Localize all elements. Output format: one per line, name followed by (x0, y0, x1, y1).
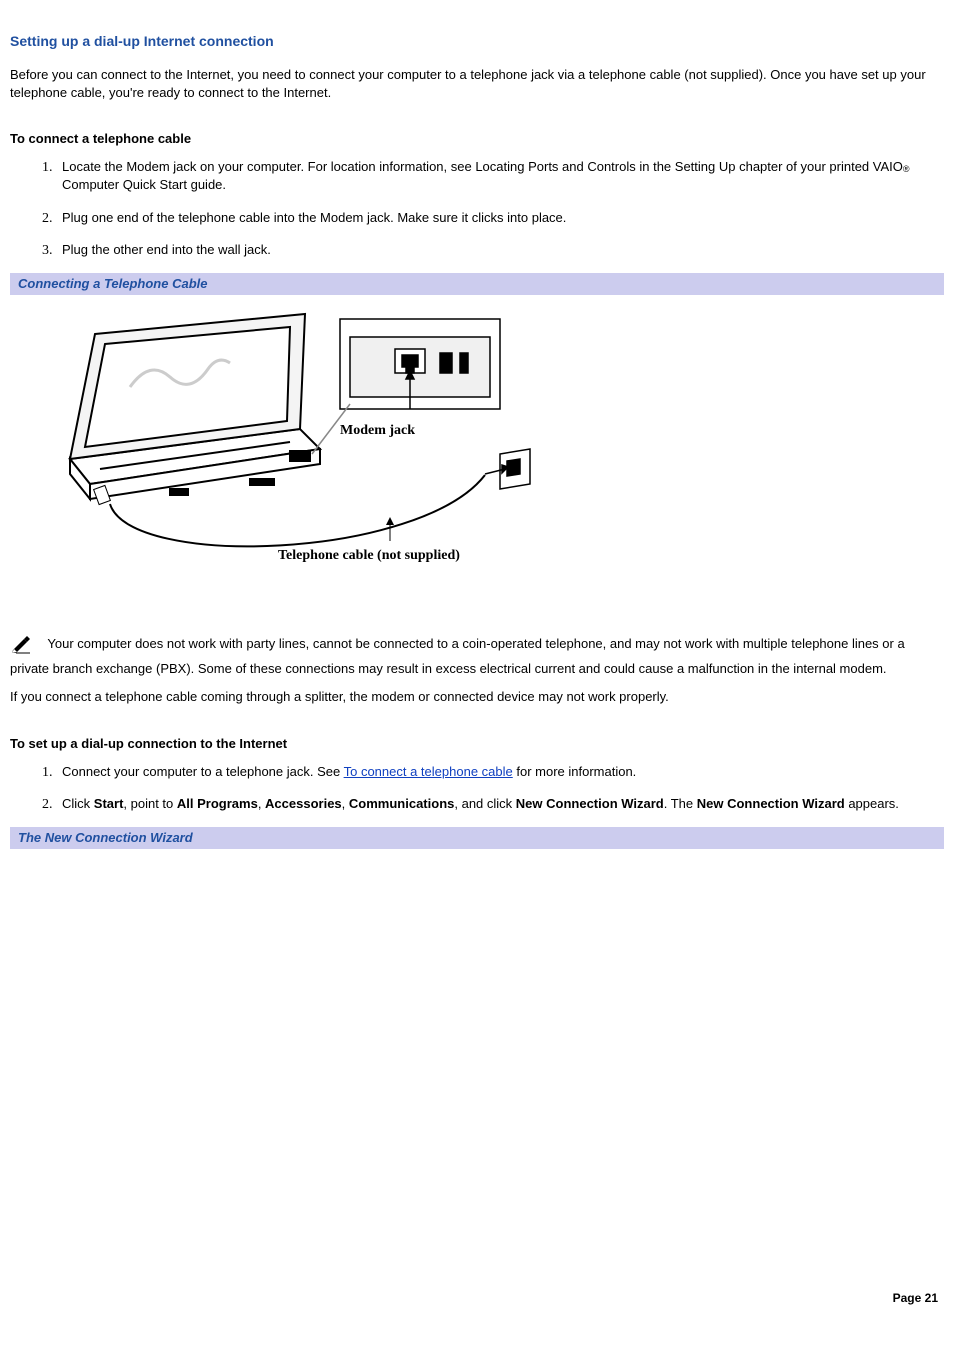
list-item: Connect your computer to a telephone jac… (56, 763, 944, 781)
section-connect-cable-heading: To connect a telephone cable (10, 130, 944, 148)
list-item: Plug one end of the telephone cable into… (56, 209, 944, 227)
steps-dialup: Connect your computer to a telephone jac… (10, 763, 944, 813)
list-item: Click Start, point to All Programs, Acce… (56, 795, 944, 813)
link-connect-cable[interactable]: To connect a telephone cable (344, 764, 513, 779)
intro-paragraph: Before you can connect to the Internet, … (10, 66, 944, 102)
page-title: Setting up a dial-up Internet connection (10, 32, 944, 52)
splitter-paragraph: If you connect a telephone cable coming … (10, 688, 944, 706)
modem-jack-label: Modem jack (340, 423, 415, 438)
cable-label: Telephone cable (not supplied) (278, 548, 460, 563)
list-item: Plug the other end into the wall jack. (56, 241, 944, 259)
steps-connect-cable: Locate the Modem jack on your computer. … (10, 158, 944, 259)
section-dialup-heading: To set up a dial-up connection to the In… (10, 735, 944, 753)
note-block: Your computer does not work with party l… (10, 635, 944, 678)
list-item: Locate the Modem jack on your computer. … (56, 158, 944, 194)
banner-new-connection-wizard: The New Connection Wizard (10, 827, 944, 849)
note-icon (10, 635, 34, 660)
diagram-illustration: Modem jack Telephone cable (not supplied… (40, 309, 560, 589)
note-text: Your computer does not work with party l… (10, 636, 905, 676)
page-number: Page 21 (893, 1290, 938, 1307)
registered-mark: ® (903, 164, 910, 174)
banner-connecting-cable: Connecting a Telephone Cable (10, 273, 944, 295)
figure-telephone-cable: Modem jack Telephone cable (not supplied… (10, 299, 954, 619)
